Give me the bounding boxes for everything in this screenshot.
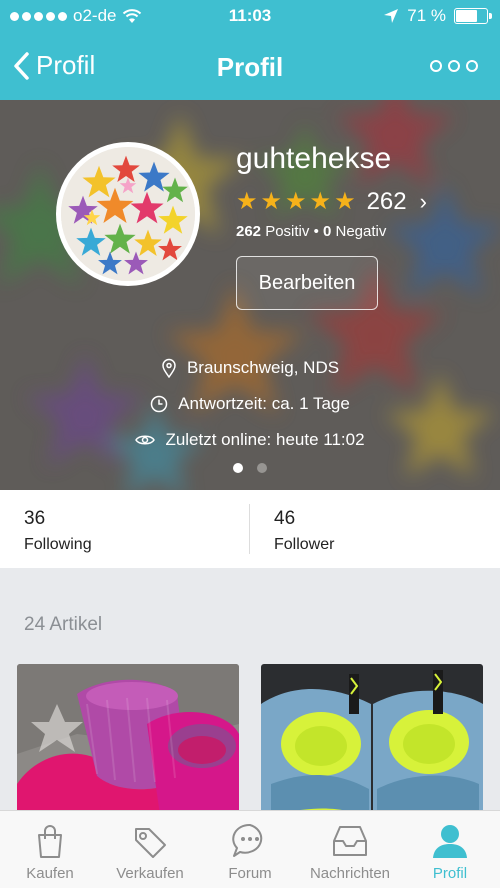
rating-summary[interactable]: ★ ★ ★ ★ ★ 262 ›	[236, 188, 427, 216]
follower-stat[interactable]: 46 Follower	[274, 490, 494, 568]
stats-divider	[249, 504, 250, 554]
follow-stats: 36 Following 46 Follower	[0, 490, 500, 568]
chevron-right-icon: ›	[419, 189, 427, 214]
tab-label-forum: Forum	[228, 865, 272, 882]
profile-header: guhtehekse ★ ★ ★ ★ ★ 262 › 262 Positiv •…	[0, 100, 500, 490]
username: guhtehekse	[236, 142, 392, 175]
location-row: Braunschweig, NDS	[0, 358, 500, 378]
more-dot-icon	[430, 60, 442, 72]
last-online-row: Zuletzt online: heute 11:02	[0, 430, 500, 450]
tab-verkaufen[interactable]: Verkaufen	[100, 811, 200, 888]
more-options-button[interactable]	[430, 60, 478, 72]
more-dot-icon	[466, 60, 478, 72]
status-bar: o2-de 11:03 71 %	[0, 0, 500, 36]
response-time-text: Antwortzeit: ca. 1 Tage	[178, 394, 350, 413]
location-arrow-icon	[384, 9, 399, 23]
person-icon	[433, 825, 467, 858]
header-page-indicator[interactable]	[0, 463, 500, 473]
location-pin-icon	[162, 358, 176, 378]
star-icon: ★	[309, 188, 332, 215]
positive-count: 262	[236, 223, 262, 240]
following-count: 36	[24, 508, 46, 529]
rating-count: 262	[366, 188, 407, 215]
shopping-bag-icon	[38, 825, 62, 858]
location-text: Braunschweig, NDS	[186, 358, 340, 377]
tab-forum[interactable]: Forum	[200, 811, 300, 888]
articles-count-heading: 24 Artikel	[24, 614, 103, 635]
star-icon: ★	[285, 188, 307, 215]
separator-dot: •	[313, 223, 323, 240]
tab-kaufen[interactable]: Kaufen	[0, 811, 100, 888]
tab-nachrichten[interactable]: Nachrichten	[300, 811, 400, 888]
response-time-row: Antwortzeit: ca. 1 Tage	[0, 394, 500, 414]
battery-icon	[454, 8, 492, 24]
star-icon: ★	[334, 188, 356, 215]
avatar-image	[61, 147, 195, 281]
star-icon: ★	[236, 188, 258, 215]
following-stat[interactable]: 36 Following	[24, 490, 244, 568]
follower-label: Follower	[274, 536, 335, 553]
tab-bar: Kaufen Verkaufen Forum Nachrichten Profi…	[0, 810, 500, 888]
avatar[interactable]	[56, 142, 200, 286]
review-breakdown: 262 Positiv • 0 Negativ	[236, 223, 386, 240]
page-dot	[257, 463, 267, 473]
inbox-icon	[333, 826, 367, 856]
negative-label: Negativ	[335, 223, 387, 240]
tab-label-nachrichten: Nachrichten	[309, 865, 391, 882]
page-title: Profil	[216, 52, 284, 82]
tab-profil[interactable]: Profil	[400, 811, 500, 888]
battery-percent: 71 %	[407, 6, 446, 25]
price-tag-icon	[135, 828, 166, 858]
tab-label-profil: Profil	[432, 865, 468, 882]
follower-count: 46	[274, 508, 296, 529]
tab-label-kaufen: Kaufen	[26, 865, 74, 882]
tab-label-verkaufen: Verkaufen	[116, 865, 184, 882]
star-icon: ★	[260, 188, 283, 215]
edit-profile-button[interactable]: Bearbeiten	[236, 256, 378, 310]
following-label: Following	[24, 536, 92, 553]
eye-icon	[135, 435, 156, 445]
nav-bar: Profil Profil	[0, 36, 500, 100]
chat-bubble-icon	[232, 823, 263, 857]
positive-label: Positiv	[265, 223, 310, 240]
last-online-text: Zuletzt online: heute 11:02	[165, 430, 365, 449]
negative-count: 0	[322, 223, 332, 240]
clock-icon	[150, 395, 168, 413]
page-dot-active	[233, 463, 243, 473]
more-dot-icon	[448, 60, 460, 72]
